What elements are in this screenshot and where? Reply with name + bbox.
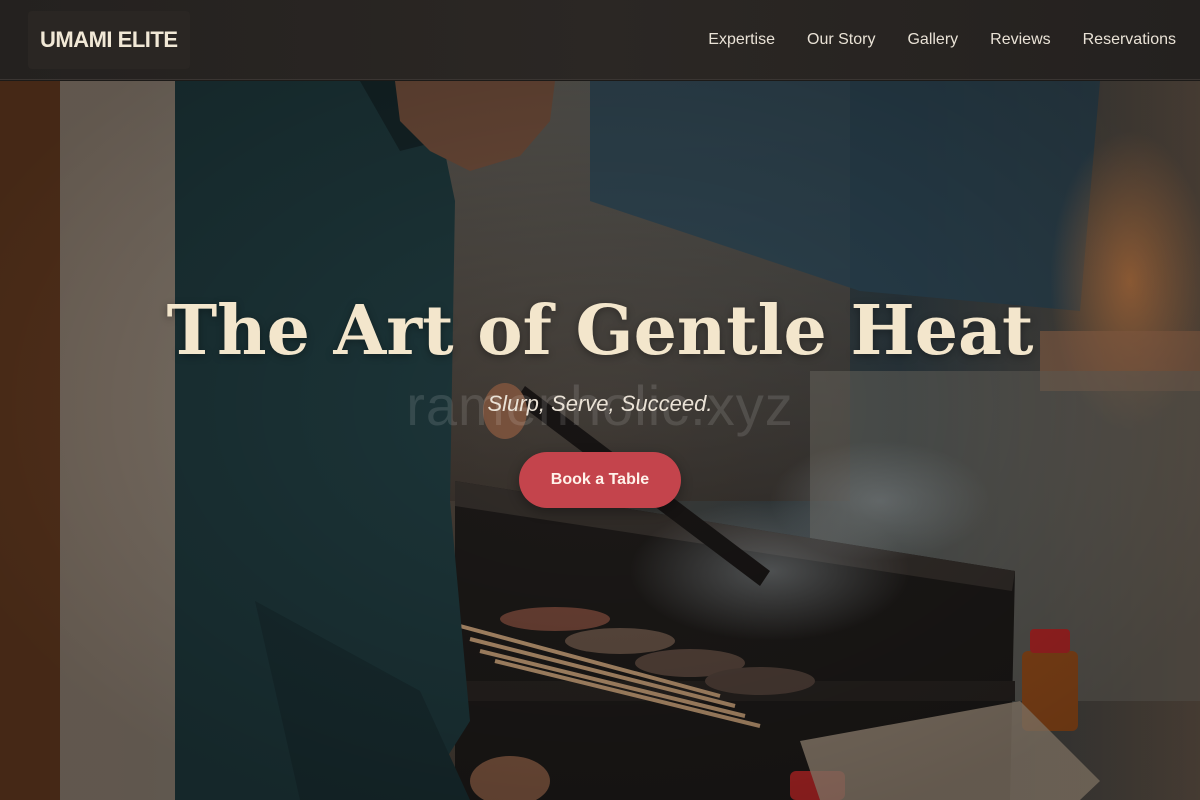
nav-link-gallery[interactable]: Gallery bbox=[907, 31, 958, 49]
hero-title: The Art of Gentle Heat bbox=[166, 291, 1034, 371]
hero-section: ramenholic.xyz The Art of Gentle Heat Sl… bbox=[0, 81, 1200, 800]
book-table-button[interactable]: Book a Table bbox=[519, 452, 681, 508]
brand-logo[interactable]: UMAMI ELITE bbox=[28, 10, 190, 69]
main-nav: Expertise Our Story Gallery Reviews Rese… bbox=[708, 31, 1176, 49]
nav-link-our-story[interactable]: Our Story bbox=[807, 31, 875, 49]
hero-overlay bbox=[0, 81, 1200, 800]
site-header: UMAMI ELITE Expertise Our Story Gallery … bbox=[0, 0, 1200, 80]
nav-link-reviews[interactable]: Reviews bbox=[990, 31, 1050, 49]
hero-subtitle: Slurp, Serve, Succeed. bbox=[487, 391, 713, 416]
nav-link-expertise[interactable]: Expertise bbox=[708, 31, 775, 49]
nav-link-reservations[interactable]: Reservations bbox=[1083, 31, 1176, 49]
